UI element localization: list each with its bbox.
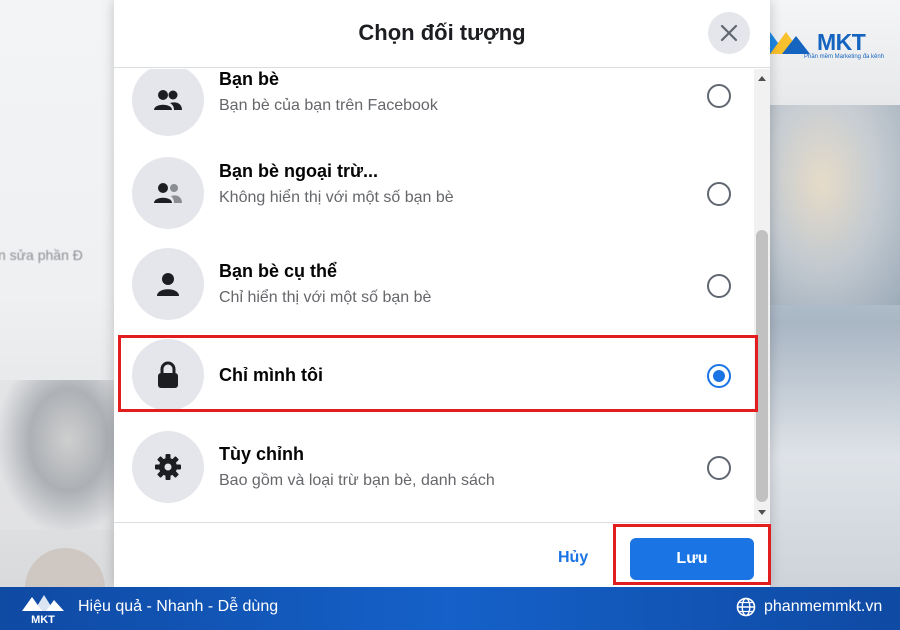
background-photo [770, 105, 900, 305]
friends-except-icon-circle [132, 157, 204, 229]
brand-name: MKT [817, 28, 866, 55]
option-specific-friends[interactable]: Bạn bè cụ thể Chỉ hiển thị với một số bạ… [114, 240, 754, 332]
option-subtitle: Chỉ hiển thị với một số bạn bè [219, 289, 432, 306]
gear-icon [155, 454, 181, 480]
website-link[interactable]: phanmemmkt.vn [764, 598, 882, 616]
radio-button[interactable] [707, 182, 731, 206]
banner-logo-text: MKT [31, 614, 55, 626]
friends-icon [154, 90, 182, 110]
cancel-button[interactable]: Hủy [558, 549, 588, 567]
globe-icon [736, 597, 756, 617]
gear-icon-circle [132, 431, 204, 503]
friends-except-icon [154, 183, 182, 203]
dialog-header: Chọn đối tượng [114, 0, 770, 68]
person-icon-circle [132, 248, 204, 320]
audience-dialog: Chọn đối tượng Bạn bè Bạn bè của bạn trê… [114, 0, 770, 587]
option-friends-except[interactable]: Bạn bè ngoại trừ... Không hiển thị với m… [114, 149, 754, 241]
radio-button[interactable] [707, 274, 731, 298]
close-icon [720, 24, 738, 42]
option-title: Bạn bè [219, 69, 280, 89]
scroll-down-arrow-icon[interactable] [758, 510, 766, 515]
radio-button[interactable] [707, 84, 731, 108]
option-custom[interactable]: Tùy chỉnh Bao gồm và loại trừ bạn bè, da… [114, 423, 754, 515]
highlight-box-only-me [118, 335, 758, 412]
dialog-title: Chọn đối tượng [358, 20, 526, 45]
background-fragment-text: n sửa phần Đ [0, 247, 83, 263]
highlight-box-save [613, 524, 771, 585]
option-friends[interactable]: Bạn bè Bạn bè của bạn trên Facebook [114, 69, 754, 151]
brand-tagline: Phần mềm Marketing đa kênh [804, 54, 885, 60]
friends-icon-circle [132, 69, 204, 136]
scroll-up-arrow-icon[interactable] [758, 76, 766, 81]
option-title: Bạn bè cụ thể [219, 261, 338, 281]
option-subtitle: Không hiển thị với một số bạn bè [219, 189, 454, 206]
radio-button[interactable] [707, 456, 731, 480]
footer-banner: MKT Hiệu quả - Nhanh - Dễ dùng phanmemmk… [0, 587, 900, 630]
option-title: Tùy chỉnh [219, 444, 304, 464]
banner-logo-icon: MKT [22, 595, 64, 626]
audience-option-list: Bạn bè Bạn bè của bạn trên Facebook Bạn … [114, 69, 754, 522]
option-subtitle: Bạn bè của bạn trên Facebook [219, 97, 438, 114]
option-title: Bạn bè ngoại trừ... [219, 161, 379, 181]
close-button[interactable] [708, 12, 750, 54]
person-icon [157, 273, 179, 296]
option-subtitle: Bao gồm và loại trừ bạn bè, danh sách [219, 472, 495, 489]
background-image [0, 380, 114, 530]
banner-website[interactable]: phanmemmkt.vn [736, 597, 882, 617]
banner-tagline: Hiệu quả - Nhanh - Dễ dùng [78, 598, 279, 615]
